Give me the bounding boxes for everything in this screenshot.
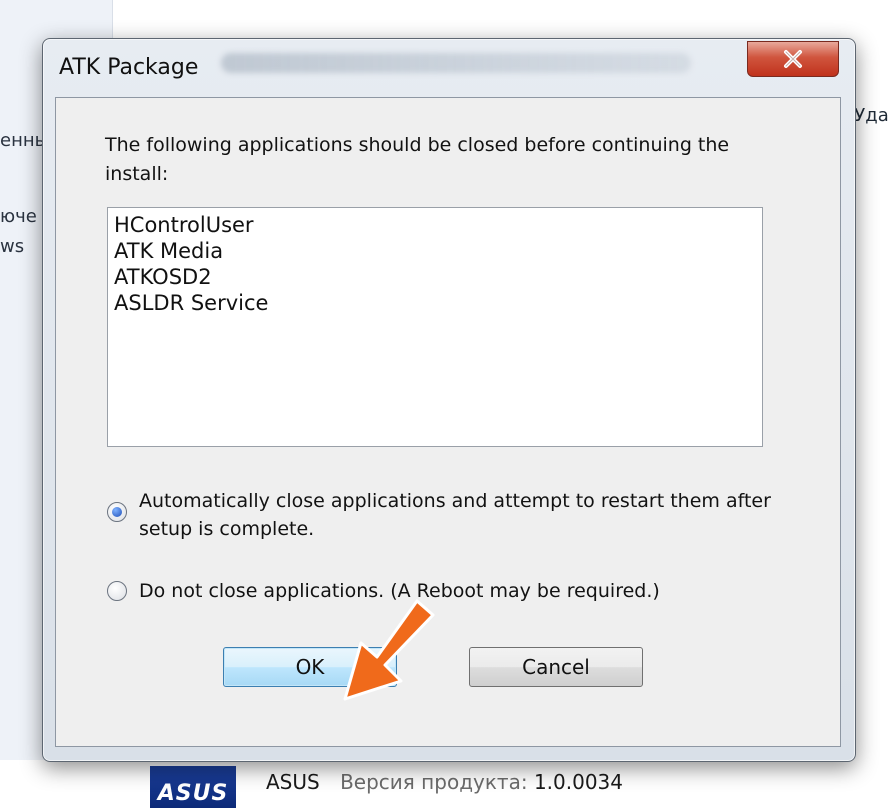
dialog-title: ATK Package: [59, 55, 199, 80]
blurred-title-area: [221, 53, 691, 73]
product-version-label: Версия продукта:: [340, 770, 528, 794]
product-version-value: 1.0.0034: [533, 770, 623, 794]
auto-close-radio[interactable]: [107, 502, 127, 522]
list-item[interactable]: ASLDR Service: [114, 290, 756, 316]
asus-logo: ASUS: [150, 766, 236, 808]
do-not-close-label[interactable]: Do not close applications. (A Reboot may…: [139, 577, 779, 605]
applications-list[interactable]: HControlUser ATK Media ATKOSD2 ASLDR Ser…: [107, 207, 763, 447]
do-not-close-radio[interactable]: [107, 581, 127, 601]
background-text-fragment: ws: [0, 236, 25, 257]
option-auto-close[interactable]: Automatically close applications and att…: [107, 487, 779, 543]
option-do-not-close[interactable]: Do not close applications. (A Reboot may…: [107, 577, 779, 605]
auto-close-label[interactable]: Automatically close applications and att…: [139, 487, 779, 543]
ok-button[interactable]: OK: [223, 647, 397, 687]
product-brand: ASUS: [266, 770, 320, 794]
product-info: ASUS Версия продукта: 1.0.0034: [266, 770, 623, 794]
list-item[interactable]: HControlUser: [114, 212, 756, 238]
background-text-fragment: юче: [0, 206, 37, 227]
close-button[interactable]: [747, 41, 839, 77]
atk-package-dialog: ATK Package The following applications s…: [42, 38, 856, 762]
close-icon: [784, 50, 802, 68]
intro-text: The following applications should be clo…: [105, 134, 730, 185]
list-item[interactable]: ATK Media: [114, 238, 756, 264]
cancel-button[interactable]: Cancel: [469, 647, 643, 687]
list-item[interactable]: ATKOSD2: [114, 264, 756, 290]
